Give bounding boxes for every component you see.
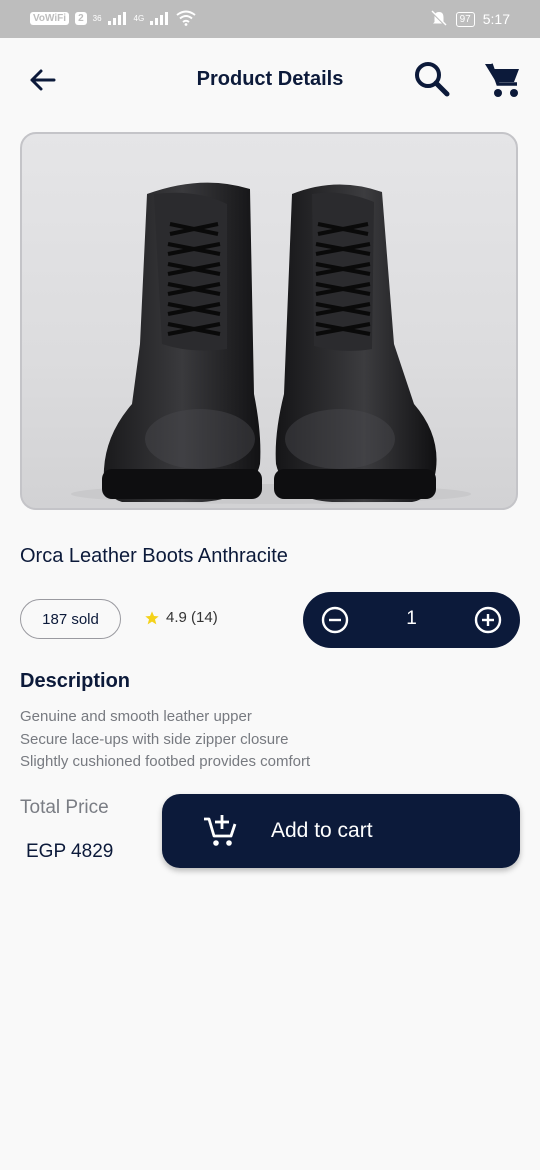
network-label-1: 36 bbox=[92, 13, 102, 23]
add-to-cart-icon bbox=[204, 815, 237, 846]
quantity-stepper: 1 bbox=[303, 592, 520, 648]
network-label-2: 4G bbox=[133, 13, 145, 23]
description: Genuine and smooth leather upper Secure … bbox=[20, 706, 310, 774]
battery-icon: 97 bbox=[455, 11, 475, 27]
rating-text: 4.9 (14) bbox=[166, 609, 218, 626]
total-price-label: Total Price bbox=[20, 797, 109, 818]
status-right: 97 5:17 bbox=[430, 10, 510, 28]
sim-badge: 2 bbox=[75, 11, 87, 25]
app-bar: Product Details bbox=[0, 38, 540, 122]
status-time: 5:17 bbox=[482, 11, 510, 27]
boots-illustration bbox=[71, 182, 471, 504]
description-title: Description bbox=[20, 670, 131, 692]
cart-icon[interactable] bbox=[483, 60, 523, 100]
bell-muted-icon bbox=[430, 10, 447, 27]
description-line: Secure lace-ups with side zipper closure bbox=[20, 730, 289, 748]
add-to-cart-button[interactable]: Add to cart bbox=[162, 794, 520, 868]
description-line: Slightly cushioned footbed provides comf… bbox=[20, 753, 311, 770]
vowifi-badge: VoWiFi bbox=[30, 11, 70, 25]
star-icon bbox=[145, 610, 159, 624]
product-name: Orca Leather Boots Anthracite bbox=[20, 545, 288, 567]
add-to-cart-label: Add to cart bbox=[271, 819, 373, 842]
status-left: VoWiFi 2 36 4G bbox=[30, 10, 196, 26]
description-line: Genuine and smooth leather upper bbox=[20, 708, 252, 725]
wifi-icon bbox=[176, 10, 196, 26]
plus-circle-icon[interactable] bbox=[474, 606, 502, 634]
search-icon[interactable] bbox=[413, 60, 451, 98]
rating: 4.9 (14) bbox=[144, 609, 218, 626]
total-price-value: EGP 4829 bbox=[26, 841, 114, 862]
status-bar: VoWiFi 2 36 4G 97 5:17 bbox=[0, 0, 540, 38]
signal-icon-2 bbox=[150, 11, 170, 25]
signal-icon bbox=[107, 11, 128, 25]
page-title: Product Details bbox=[196, 68, 344, 90]
product-image bbox=[20, 132, 518, 510]
sold-badge: 187 sold bbox=[20, 599, 121, 639]
